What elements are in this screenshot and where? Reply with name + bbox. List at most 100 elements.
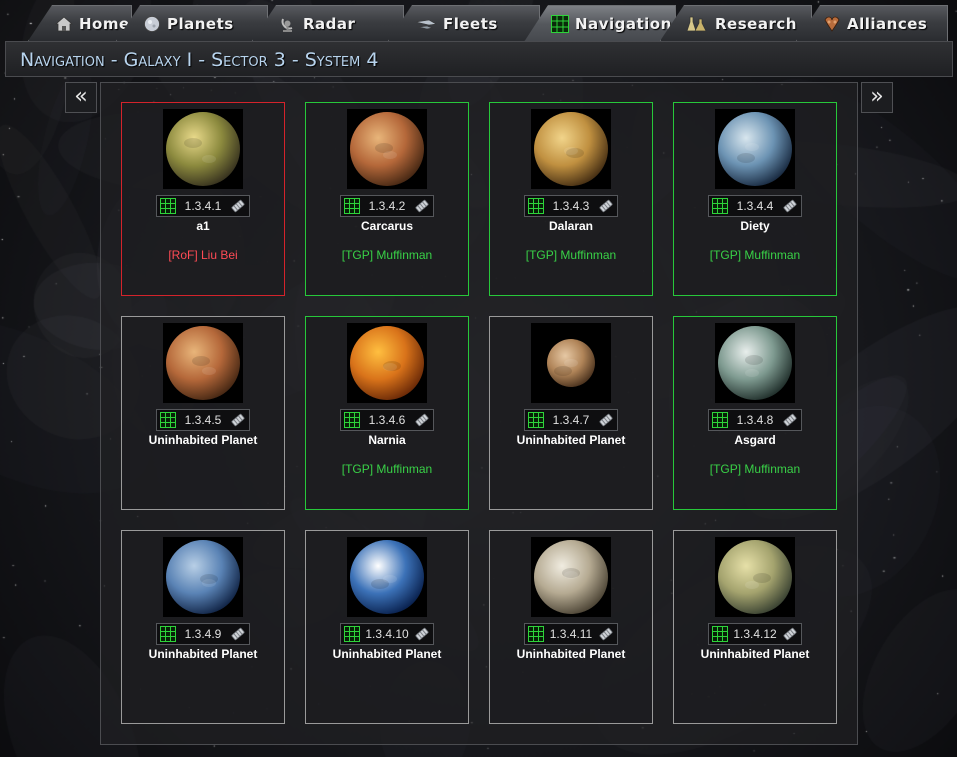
navigation-grid-icon[interactable] <box>344 198 360 214</box>
planet-coordinates: 1.3.4.10 <box>365 627 409 641</box>
coordinates-box[interactable]: 1.3.4.1 <box>156 195 250 217</box>
tab-alliances-label: Alliances <box>847 14 928 33</box>
planet-card[interactable]: 1.3.4.2 Carcarus [TGP] Muffinman <box>305 102 469 296</box>
previous-system-button[interactable]: « <box>65 82 97 113</box>
tab-fleets[interactable]: Fleets <box>388 5 540 41</box>
planet-coordinates: 1.3.4.3 <box>552 199 590 213</box>
tab-home-label: Home <box>79 14 130 33</box>
planet-image[interactable] <box>163 109 243 189</box>
planet-image[interactable] <box>531 323 611 403</box>
bookmark-tag-icon[interactable] <box>782 198 798 214</box>
planet-card[interactable]: 1.3.4.11 Uninhabited Planet <box>489 530 653 724</box>
planet-card[interactable]: 1.3.4.10 Uninhabited Planet <box>305 530 469 724</box>
planet-card[interactable]: 1.3.4.12 Uninhabited Planet <box>673 530 837 724</box>
planet-image[interactable] <box>347 537 427 617</box>
bookmark-tag-icon[interactable] <box>414 412 430 428</box>
tab-radar-label: Radar <box>303 14 356 33</box>
coordinates-box[interactable]: 1.3.4.2 <box>340 195 434 217</box>
coordinates-box[interactable]: 1.3.4.11 <box>524 623 618 645</box>
planet-name: Uninhabited Planet <box>516 647 626 661</box>
coordinates-box[interactable]: 1.3.4.7 <box>524 409 618 431</box>
planet-image[interactable] <box>715 109 795 189</box>
planet-coordinates: 1.3.4.9 <box>184 627 222 641</box>
coordinates-box[interactable]: 1.3.4.10 <box>340 623 434 645</box>
planet-card[interactable]: 1.3.4.6 Narnia [TGP] Muffinman <box>305 316 469 510</box>
header-bar: Navigation - Galaxy I - Sector 3 - Syste… <box>5 41 953 77</box>
planet-owner[interactable]: [TGP] Muffinman <box>306 248 468 262</box>
tab-research[interactable]: Research <box>660 5 812 41</box>
coordinates-box[interactable]: 1.3.4.8 <box>708 409 802 431</box>
bookmark-tag-icon[interactable] <box>414 626 430 642</box>
planet-coordinates: 1.3.4.7 <box>552 413 590 427</box>
planet-image[interactable] <box>347 323 427 403</box>
coordinates-box[interactable]: 1.3.4.4 <box>708 195 802 217</box>
research-flasks-icon <box>687 16 707 31</box>
planet-image[interactable] <box>715 537 795 617</box>
home-icon <box>55 15 73 31</box>
planet-image[interactable] <box>531 109 611 189</box>
planet-icon <box>144 15 160 32</box>
planet-image[interactable] <box>163 323 243 403</box>
planet-owner[interactable]: [TGP] Muffinman <box>490 248 652 262</box>
bookmark-tag-icon[interactable] <box>230 412 246 428</box>
planet-image[interactable] <box>531 537 611 617</box>
planet-card[interactable]: 1.3.4.5 Uninhabited Planet <box>121 316 285 510</box>
coordinates-box[interactable]: 1.3.4.9 <box>156 623 250 645</box>
tab-alliances[interactable]: Alliances <box>796 5 948 41</box>
planet-name: Asgard <box>734 433 776 447</box>
navigation-grid-icon[interactable] <box>712 198 728 214</box>
planet-coordinates: 1.3.4.2 <box>368 199 406 213</box>
planet-name: Uninhabited Planet <box>332 647 442 661</box>
tab-navigation-label: Navigation <box>575 15 672 33</box>
navigation-grid-icon[interactable] <box>528 412 544 428</box>
navigation-grid-icon[interactable] <box>712 626 728 642</box>
bookmark-tag-icon[interactable] <box>782 412 798 428</box>
navigation-grid-icon[interactable] <box>528 198 544 214</box>
navigation-grid-icon[interactable] <box>160 626 176 642</box>
bookmark-tag-icon[interactable] <box>230 626 246 642</box>
planet-card[interactable]: 1.3.4.3 Dalaran [TGP] Muffinman <box>489 102 653 296</box>
planet-image[interactable] <box>715 323 795 403</box>
planet-owner[interactable]: [TGP] Muffinman <box>306 462 468 476</box>
planet-coordinates: 1.3.4.5 <box>184 413 222 427</box>
alliance-icon <box>824 16 840 32</box>
bookmark-tag-icon[interactable] <box>230 198 246 214</box>
planet-coordinates: 1.3.4.8 <box>736 413 774 427</box>
navigation-grid-icon[interactable] <box>160 412 176 428</box>
bookmark-tag-icon[interactable] <box>598 198 614 214</box>
planet-image[interactable] <box>163 537 243 617</box>
bookmark-tag-icon[interactable] <box>782 626 798 642</box>
planet-name: a1 <box>196 219 210 233</box>
bookmark-tag-icon[interactable] <box>598 412 614 428</box>
planet-card[interactable]: 1.3.4.9 Uninhabited Planet <box>121 530 285 724</box>
radar-icon <box>281 18 293 32</box>
navigation-grid-icon[interactable] <box>528 626 544 642</box>
planet-image[interactable] <box>347 109 427 189</box>
planet-card[interactable]: 1.3.4.8 Asgard [TGP] Muffinman <box>673 316 837 510</box>
navigation-grid-icon[interactable] <box>160 198 176 214</box>
bookmark-tag-icon[interactable] <box>598 626 614 642</box>
planet-name: Dalaran <box>548 219 594 233</box>
coordinates-box[interactable]: 1.3.4.3 <box>524 195 618 217</box>
breadcrumb: Navigation - Galaxy I - Sector 3 - Syste… <box>20 49 379 71</box>
planet-name: Uninhabited Planet <box>148 433 258 447</box>
planet-owner[interactable]: [TGP] Muffinman <box>674 248 836 262</box>
planet-owner[interactable]: [TGP] Muffinman <box>674 462 836 476</box>
tab-planets[interactable]: Planets <box>116 5 268 41</box>
coordinates-box[interactable]: 1.3.4.5 <box>156 409 250 431</box>
planet-card[interactable]: 1.3.4.7 Uninhabited Planet <box>489 316 653 510</box>
planet-card[interactable]: 1.3.4.4 Diety [TGP] Muffinman <box>673 102 837 296</box>
coordinates-box[interactable]: 1.3.4.6 <box>340 409 434 431</box>
tab-navigation[interactable]: Navigation <box>524 5 676 42</box>
coordinates-box[interactable]: 1.3.4.12 <box>708 623 802 645</box>
navigation-grid-icon[interactable] <box>344 412 360 428</box>
planet-name: Uninhabited Planet <box>700 647 810 661</box>
planet-owner[interactable]: [RoF] Liu Bei <box>122 248 284 262</box>
planet-coordinates: 1.3.4.4 <box>736 199 774 213</box>
navigation-grid-icon[interactable] <box>344 626 360 642</box>
tab-radar[interactable]: Radar <box>252 5 404 41</box>
planet-card[interactable]: 1.3.4.1 a1 [RoF] Liu Bei <box>121 102 285 296</box>
next-system-button[interactable]: » <box>861 82 893 113</box>
bookmark-tag-icon[interactable] <box>414 198 430 214</box>
navigation-grid-icon[interactable] <box>712 412 728 428</box>
